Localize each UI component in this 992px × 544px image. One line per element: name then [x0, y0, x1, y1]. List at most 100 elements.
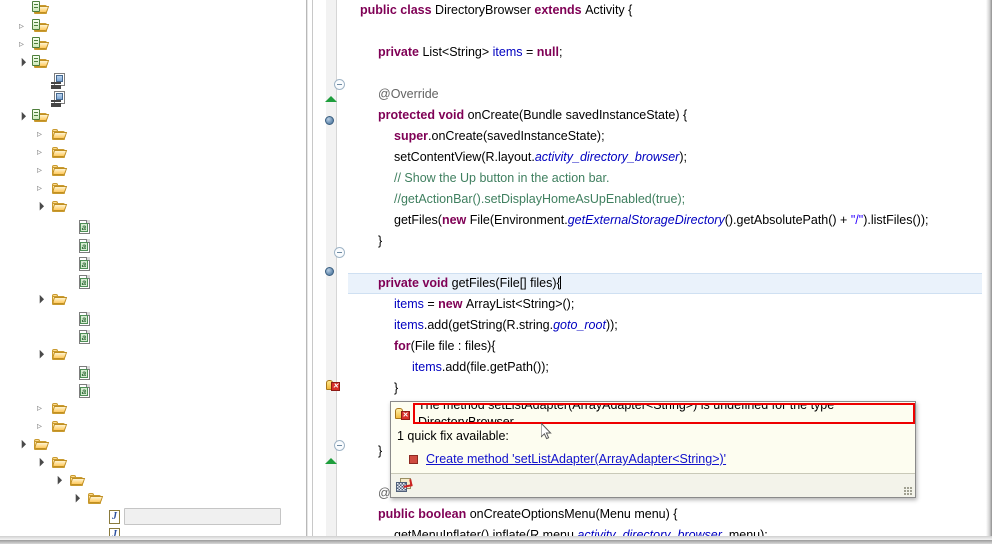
twisty-expanded-icon[interactable] [16, 54, 27, 72]
code-line[interactable]: getFiles(new File(Environment.getExterna… [348, 210, 928, 231]
source-folder-icon [32, 1, 50, 17]
code-line[interactable]: } [348, 441, 382, 462]
overview-blue-dot-icon [325, 116, 334, 125]
tree-item[interactable]: a [0, 328, 306, 346]
tree-item[interactable]: a [0, 382, 306, 400]
code-line[interactable]: public class DirectoryBrowser extends Ac… [348, 0, 632, 21]
code-line[interactable]: setContentView(R.layout.activity_directo… [348, 147, 687, 168]
code-line[interactable]: items.add(getString(R.string.goto_root))… [348, 315, 618, 336]
tree-item[interactable] [0, 144, 306, 162]
quickfix-proposal-row[interactable]: Create method 'setListAdapter(ArrayAdapt… [391, 447, 915, 471]
tree-item[interactable] [0, 198, 306, 216]
tree-item[interactable]: a [0, 310, 306, 328]
tree-item[interactable] [0, 126, 306, 144]
code-line[interactable]: private void getFiles(File[] files){ [348, 273, 561, 294]
twisty-collapsed-icon[interactable] [34, 400, 45, 418]
tree-item[interactable] [0, 90, 306, 108]
twisty-collapsed-icon[interactable] [34, 180, 45, 198]
twisty-collapsed-icon[interactable] [34, 162, 45, 180]
tree-item[interactable]: a [0, 273, 306, 291]
code-line[interactable]: // Show the Up button in the action bar. [348, 168, 609, 189]
fold-collapse-icon[interactable] [334, 79, 345, 90]
source-folder-icon [32, 37, 50, 53]
editor-left-border [312, 0, 313, 536]
tree-item[interactable] [0, 472, 306, 490]
tree-item[interactable] [0, 18, 306, 36]
fold-collapse-icon[interactable] [334, 247, 345, 258]
twisty-expanded-icon[interactable] [70, 490, 81, 508]
jar-icon [51, 73, 67, 89]
window-bottom-shadow [0, 540, 992, 544]
code-line[interactable]: //getActionBar().setDisplayHomeAsUpEnabl… [348, 189, 685, 210]
code-line[interactable]: @Override [348, 84, 439, 105]
tree-item[interactable] [0, 54, 306, 72]
create-method-icon [409, 454, 418, 464]
twisty-expanded-icon[interactable] [34, 454, 45, 472]
tree-item[interactable] [0, 418, 306, 436]
tree-item[interactable]: a [0, 237, 306, 255]
tree-item[interactable] [0, 0, 306, 18]
tree-item[interactable] [0, 291, 306, 309]
mouse-pointer [541, 423, 553, 441]
tree-item[interactable] [0, 180, 306, 198]
twisty-expanded-icon[interactable] [34, 198, 45, 216]
tree-item[interactable] [0, 436, 306, 454]
source-folder-icon [32, 19, 50, 35]
jar-icon [51, 91, 67, 107]
code-line[interactable]: protected void onCreate(Bundle savedInst… [348, 105, 687, 126]
code-line[interactable]: } [348, 231, 382, 252]
tree-item[interactable] [0, 346, 306, 364]
twisty-expanded-icon[interactable] [16, 436, 27, 454]
tree-item[interactable] [0, 162, 306, 180]
tree-item[interactable] [0, 454, 306, 472]
tree-item[interactable] [0, 72, 306, 90]
code-line[interactable] [348, 21, 360, 42]
tree-item[interactable] [0, 36, 306, 54]
quickfix-proposal-link[interactable]: Create method 'setListAdapter(ArrayAdapt… [426, 452, 726, 466]
twisty-expanded-icon[interactable] [34, 291, 45, 309]
folder-icon [51, 419, 68, 435]
folder-icon [51, 163, 68, 179]
twisty-collapsed-icon[interactable] [34, 126, 45, 144]
resize-grip-icon[interactable] [904, 487, 912, 495]
tree-item[interactable]: J [0, 526, 306, 536]
folder-icon [33, 437, 50, 453]
code-line[interactable]: for(File file : files){ [348, 336, 495, 357]
twisty-expanded-icon[interactable] [52, 472, 63, 490]
error-lightbulb-icon: ✕ [395, 406, 410, 421]
folder-icon [51, 347, 68, 363]
code-line[interactable]: items.add(file.getPath()); [348, 357, 549, 378]
code-line[interactable] [348, 462, 360, 483]
tree-item[interactable] [0, 400, 306, 418]
xml-file-icon: a [77, 238, 93, 254]
code-line[interactable]: items = new ArrayList<String>(); [348, 294, 574, 315]
tree-item[interactable]: a [0, 364, 306, 382]
package-explorer-panel[interactable]: aaaaaaaaJJ [0, 0, 306, 536]
java-file-icon: J [107, 509, 123, 525]
quickfix-popup[interactable]: ✕ The method setListAdapter(ArrayAdapter… [390, 401, 916, 498]
xml-file-icon: a [77, 219, 93, 235]
tree-item[interactable]: a [0, 255, 306, 273]
twisty-collapsed-icon[interactable] [34, 144, 45, 162]
tree-item[interactable]: a [0, 218, 306, 236]
twisty-expanded-icon[interactable] [16, 108, 27, 126]
fold-collapse-icon[interactable] [334, 440, 345, 451]
twisty-collapsed-icon[interactable] [16, 18, 27, 36]
tree-item[interactable] [0, 490, 306, 508]
quickfix-footer [391, 473, 915, 497]
code-line[interactable]: private List<String> items = null; [348, 42, 562, 63]
code-line[interactable] [348, 63, 360, 84]
twisty-collapsed-icon[interactable] [34, 418, 45, 436]
code-line[interactable]: } [348, 378, 398, 399]
twisty-collapsed-icon[interactable] [16, 36, 27, 54]
folder-icon [51, 455, 68, 471]
tree-item-selected[interactable]: J [0, 508, 306, 526]
twisty-expanded-icon[interactable] [34, 346, 45, 364]
code-line[interactable]: super.onCreate(savedInstanceState); [348, 126, 605, 147]
tree-item[interactable] [0, 108, 306, 126]
code-line[interactable] [348, 252, 360, 273]
code-line[interactable]: getMenuInflater().inflate(R.menu.activit… [348, 525, 768, 536]
code-line[interactable]: public boolean onCreateOptionsMenu(Menu … [348, 504, 677, 525]
vertical-scrollbar-thumb[interactable] [326, 233, 336, 401]
quickfix-preview-icon[interactable] [396, 478, 413, 493]
